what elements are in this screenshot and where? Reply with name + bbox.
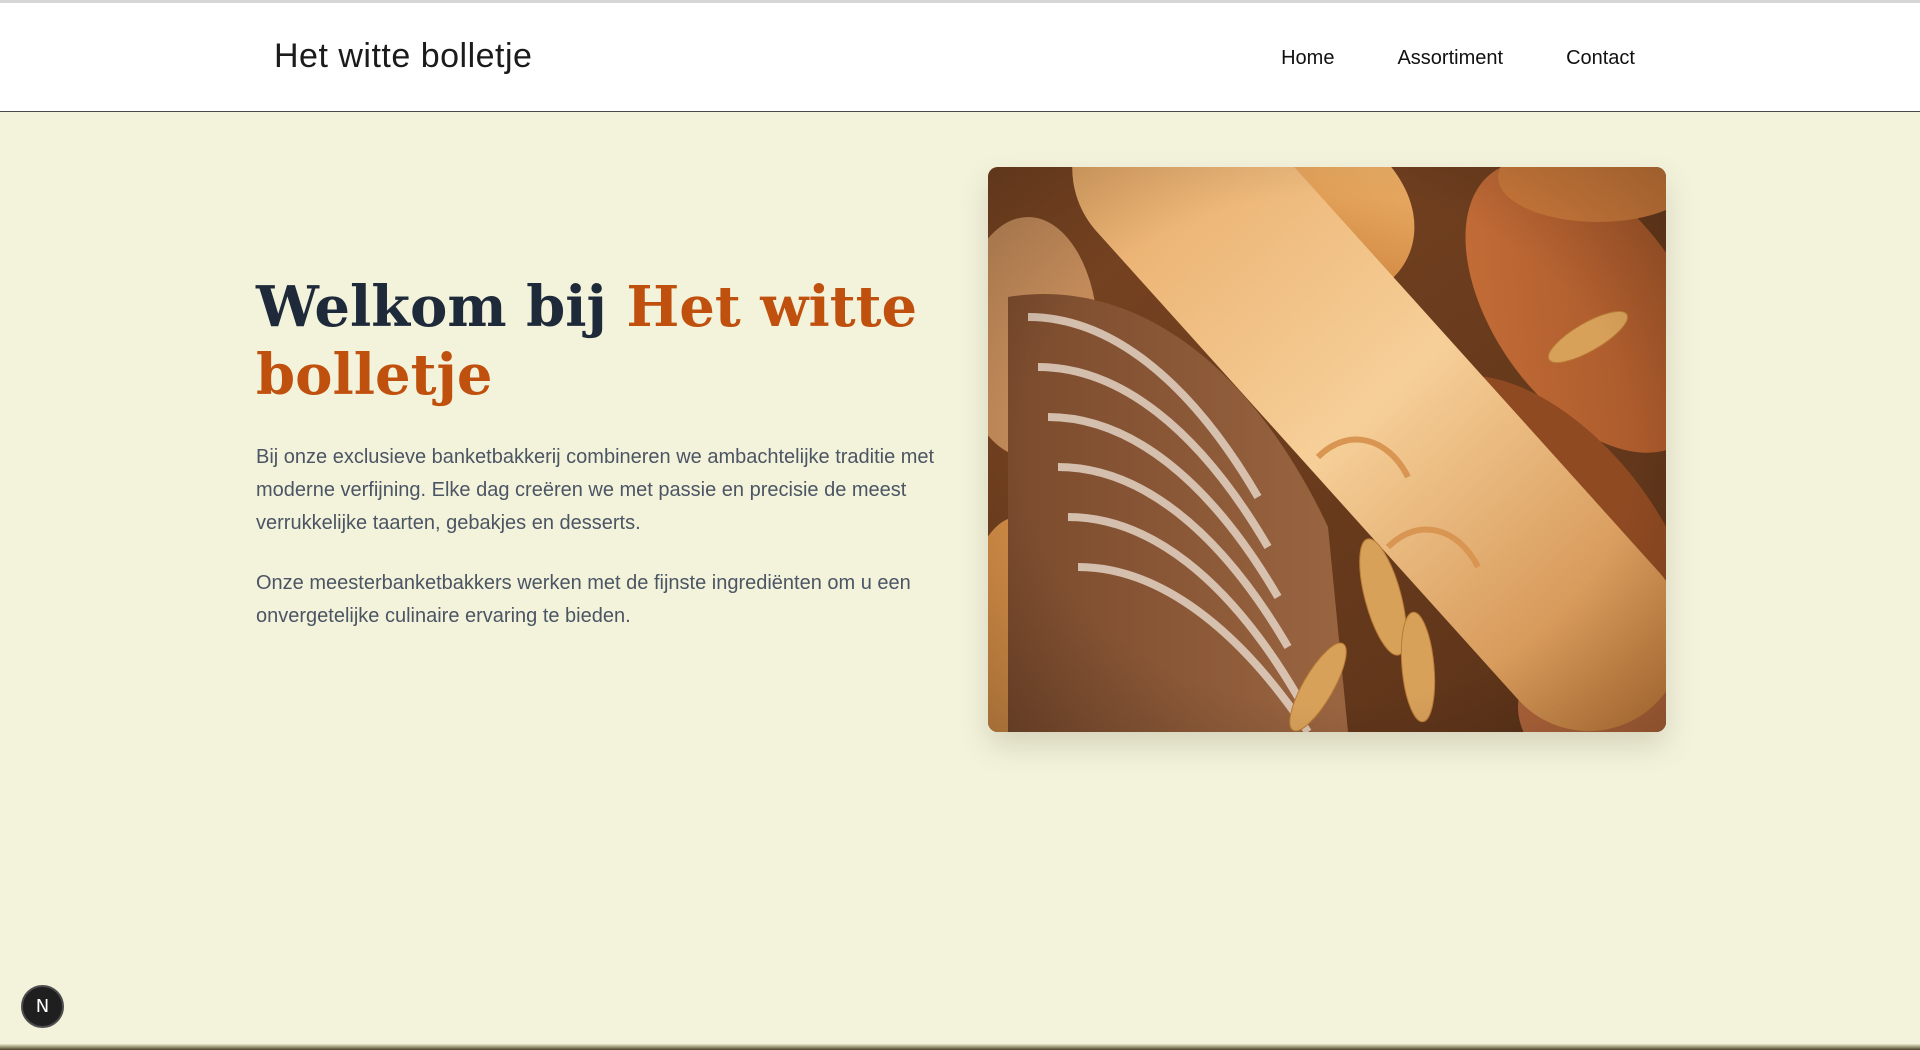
hero-title-intro: Welkom bij [256, 274, 627, 340]
main-nav: Home Assortiment Contact [1281, 47, 1635, 70]
bottom-edge [0, 1044, 1920, 1050]
hero-paragraph-1: Bij onze exclusieve banketbakkerij combi… [256, 446, 935, 534]
nav-home-link[interactable]: Home [1281, 47, 1334, 70]
nextjs-dev-badge[interactable]: N [21, 985, 64, 1028]
site-header: Het witte bolletje Home Assortiment Cont… [0, 3, 1920, 112]
hero-title: Welkom bij Het witte bolletje [256, 273, 946, 409]
nav-assortiment-link[interactable]: Assortiment [1397, 47, 1503, 70]
bread-photo-vignette [988, 167, 1666, 732]
site-brand[interactable]: Het witte bolletje [274, 37, 532, 76]
nav-contact-link[interactable]: Contact [1566, 47, 1635, 70]
hero-section: Welkom bij Het witte bolletje Bij onze e… [0, 113, 1920, 1050]
hero-paragraph-2: Onze meesterbanketbakkers werken met de … [256, 572, 911, 627]
bread-photo [988, 167, 1666, 732]
hero-text: Welkom bij Het witte bolletje Bij onze e… [256, 273, 946, 633]
